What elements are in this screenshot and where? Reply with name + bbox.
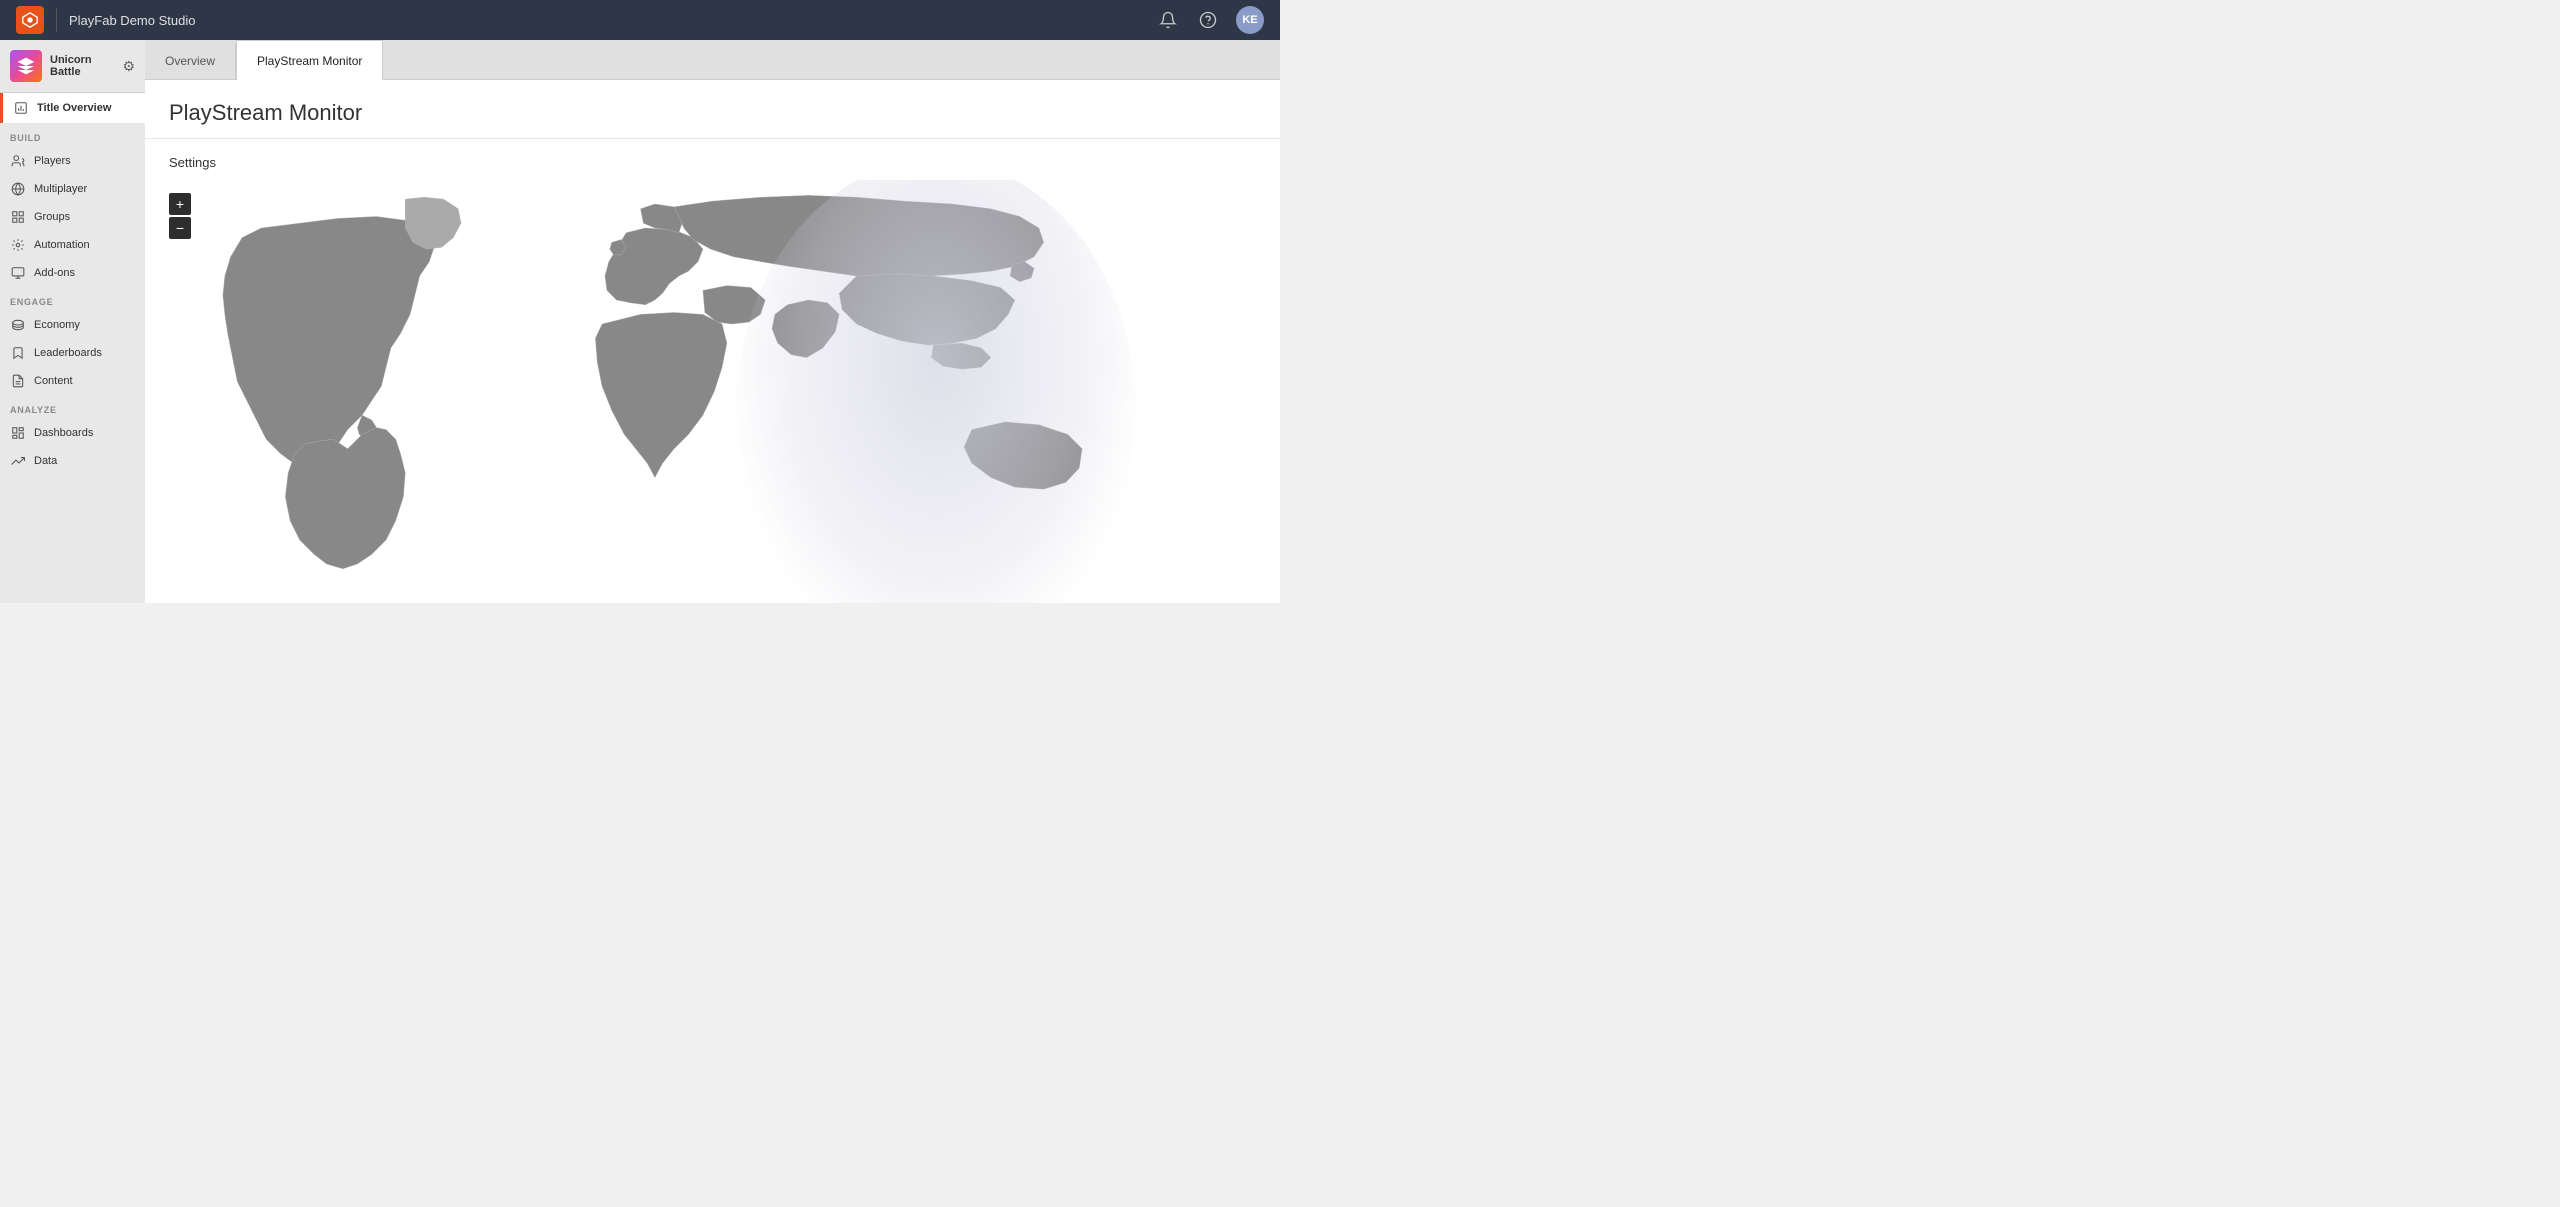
tab-playstream[interactable]: PlayStream Monitor [236,40,383,80]
dashboards-icon [10,426,26,440]
content-label: Content [34,375,73,387]
map-svg [169,180,1256,603]
page-header: PlayStream Monitor [145,80,1280,139]
game-title: Unicorn Battle [50,54,114,78]
automation-label: Automation [34,239,90,251]
topbar-actions: KE [1156,6,1264,34]
sidebar-item-addons[interactable]: Add-ons [0,259,145,287]
playfab-logo [16,6,44,34]
notification-icon[interactable] [1156,8,1180,32]
topbar: PlayFab Demo Studio KE [0,0,1280,40]
groups-icon [10,210,26,224]
topbar-divider [56,8,57,32]
game-icon [10,50,42,82]
zoom-out-button[interactable]: − [169,217,191,239]
sidebar-item-data[interactable]: Data [0,447,145,475]
settings-icon[interactable]: ⚙ [122,58,135,75]
leaderboards-label: Leaderboards [34,347,102,359]
zoom-controls: + − [169,193,191,239]
analyze-section-label: ANALYZE [0,395,145,419]
sidebar-item-multiplayer[interactable]: Multiplayer [0,175,145,203]
sidebar-item-title-overview[interactable]: Title Overview [0,93,145,123]
page-title: PlayStream Monitor [169,100,1256,126]
automation-icon [10,238,26,252]
sidebar: Unicorn Battle ⚙ Title Overview BUILD [0,40,145,603]
multiplayer-label: Multiplayer [34,183,87,195]
user-avatar[interactable]: KE [1236,6,1264,34]
data-icon [10,454,26,468]
page-content: PlayStream Monitor Settings + − [145,80,1280,603]
sidebar-item-dashboards[interactable]: Dashboards [0,419,145,447]
settings-label: Settings [169,155,1256,170]
players-icon [10,154,26,168]
sidebar-item-players[interactable]: Players [0,147,145,175]
studio-name: PlayFab Demo Studio [69,13,195,28]
addons-icon [10,266,26,280]
zoom-in-button[interactable]: + [169,193,191,215]
tab-bar: Overview PlayStream Monitor [145,40,1280,80]
content-icon [10,374,26,388]
economy-label: Economy [34,319,80,331]
groups-label: Groups [34,211,70,223]
players-label: Players [34,155,71,167]
tab-overview[interactable]: Overview [145,43,236,79]
main-content: Overview PlayStream Monitor PlayStream M… [145,40,1280,603]
sidebar-item-economy[interactable]: Economy [0,311,145,339]
sidebar-item-leaderboards[interactable]: Leaderboards [0,339,145,367]
dashboards-label: Dashboards [34,427,93,439]
page-body: Settings + − [145,139,1280,603]
economy-icon [10,318,26,332]
data-label: Data [34,455,57,467]
world-map[interactable] [169,180,1256,603]
chart-icon [13,101,29,115]
multiplayer-icon [10,182,26,196]
sidebar-item-groups[interactable]: Groups [0,203,145,231]
sidebar-item-automation[interactable]: Automation [0,231,145,259]
help-icon[interactable] [1196,8,1220,32]
sidebar-header: Unicorn Battle ⚙ [0,40,145,93]
engage-section-label: ENGAGE [0,287,145,311]
main-layout: Unicorn Battle ⚙ Title Overview BUILD [0,40,1280,603]
sidebar-item-content[interactable]: Content [0,367,145,395]
build-section-label: BUILD [0,123,145,147]
sidebar-item-label: Title Overview [37,102,111,114]
addons-label: Add-ons [34,267,75,279]
leaderboards-icon [10,346,26,360]
